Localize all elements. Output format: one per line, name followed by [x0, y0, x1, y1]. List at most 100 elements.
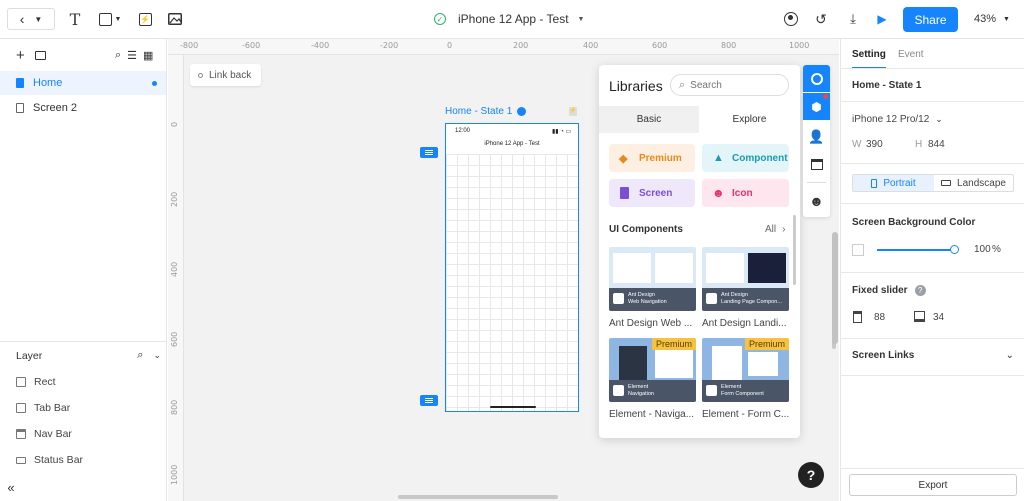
component-thumb-4[interactable]: Premium Element Form Component	[702, 338, 789, 402]
interaction-marker-icon[interactable]	[420, 147, 438, 158]
lightning-badge-icon[interactable]: ⚡	[569, 107, 577, 116]
layer-item-nav-bar[interactable]: Nav Bar	[16, 428, 72, 440]
layer-label: Tab Bar	[34, 402, 71, 414]
premium-badge: Premium	[744, 338, 789, 350]
thumb-caption: Ant Design Web ...	[609, 318, 693, 329]
divider	[841, 163, 1024, 164]
height-label: H	[915, 139, 923, 150]
width-value[interactable]: 390	[866, 139, 883, 150]
search-box[interactable]: ⌕	[670, 74, 789, 96]
zoom-level: 43%	[974, 13, 997, 25]
layout-template-icon[interactable]	[803, 151, 830, 178]
interaction-marker-icon[interactable]	[420, 395, 438, 406]
help-button[interactable]: ?	[798, 462, 824, 488]
component-thumb-1[interactable]: Ant Design Web Navigation	[609, 247, 696, 311]
component-tool-icon[interactable]: ⚡	[137, 8, 153, 30]
export-button[interactable]: Export	[849, 474, 1017, 496]
list-icon[interactable]: ☰	[127, 49, 137, 62]
tab-explore[interactable]: Explore	[699, 106, 800, 133]
layer-item-status-bar[interactable]: Status Bar	[16, 454, 83, 466]
ruler-label: -400	[311, 41, 330, 50]
category-label: Screen	[639, 187, 673, 199]
search-icon: ⌕	[679, 78, 686, 91]
grid-icon[interactable]: ▦	[143, 49, 153, 62]
search-input[interactable]	[690, 79, 781, 91]
tab-event[interactable]: Event	[898, 49, 924, 60]
device-select[interactable]: iPhone 12 Pro/12 ⌄	[852, 114, 943, 125]
ruler-label: 200	[170, 191, 179, 207]
page-item-home[interactable]: Home	[0, 71, 166, 95]
frame-label-group[interactable]: Home - State 1	[445, 106, 527, 117]
back-menu-button[interactable]: ‹ ▼	[7, 8, 55, 30]
search-icon[interactable]: ⌕	[115, 49, 121, 62]
category-icon[interactable]: ☻ Icon	[702, 179, 789, 207]
diamond-icon: ◆	[619, 152, 628, 165]
caret-down-icon: ▼	[1003, 15, 1010, 23]
user-icon[interactable]	[783, 8, 799, 30]
settings-icon[interactable]	[517, 107, 527, 116]
horizontal-scrollbar[interactable]	[398, 495, 558, 499]
chevron-down-icon[interactable]: ⌄	[153, 350, 161, 361]
shape-tool-button[interactable]: ▼	[96, 8, 124, 30]
download-icon[interactable]: ⤓	[845, 8, 861, 30]
image-tool-icon[interactable]	[167, 8, 183, 30]
category-premium[interactable]: ◆ Premium	[609, 144, 695, 172]
collapse-panel-icon[interactable]: «	[0, 473, 22, 501]
fixed-top-value[interactable]: 88	[874, 312, 885, 323]
chevron-left-icon: ‹	[19, 11, 25, 27]
phone-frame[interactable]: 12:00 ▮▮ ◔ ▭ iPhone 12 App - Test	[445, 123, 579, 412]
cube-icon[interactable]: ⬢	[803, 93, 830, 120]
ruler-label: 0	[170, 121, 179, 127]
opacity-unit: %	[992, 244, 1001, 255]
portrait-option[interactable]: Portrait	[853, 175, 934, 191]
share-button[interactable]: Share	[903, 7, 958, 32]
person-icon[interactable]: 👤	[803, 123, 830, 150]
screen-links-section[interactable]: Screen Links ⌄	[852, 350, 1014, 361]
search-icon[interactable]: ⌕	[137, 349, 143, 362]
home-indicator	[490, 406, 536, 408]
fixed-top-icon	[853, 311, 862, 323]
component-thumb-3[interactable]: Premium Element Navigation	[609, 338, 696, 402]
landscape-option[interactable]: Landscape	[934, 175, 1013, 191]
preview-play-icon[interactable]: ▶	[875, 8, 889, 30]
chevron-down-icon: ⌄	[935, 114, 943, 124]
layer-item-rect[interactable]: Rect	[16, 376, 56, 388]
ruler-label: -800	[180, 41, 199, 50]
opacity-value[interactable]: 100	[974, 244, 991, 255]
project-title: iPhone 12 App - Test	[458, 12, 569, 26]
divider	[841, 375, 1024, 376]
tab-setting[interactable]: Setting	[852, 49, 886, 69]
libraries-icon[interactable]	[803, 65, 830, 92]
thumb-caption: Ant Design Landi...	[702, 318, 787, 329]
panel-scrollbar[interactable]	[832, 232, 838, 344]
thumb-sub1: Element	[628, 384, 649, 390]
ruler-label: 1000	[789, 41, 810, 50]
height-value[interactable]: 844	[928, 139, 945, 150]
opacity-slider[interactable]	[877, 249, 957, 251]
color-swatch[interactable]	[852, 244, 864, 256]
layer-item-tab-bar[interactable]: Tab Bar	[16, 402, 70, 414]
fixed-slider-title: Fixed slider	[852, 285, 908, 296]
slider-handle[interactable]	[950, 245, 959, 254]
thumb-sub1: Ant Design	[628, 292, 655, 298]
fixed-bottom-value[interactable]: 34	[933, 312, 944, 323]
zoom-control[interactable]: 43% ▼	[974, 13, 1010, 25]
folder-icon[interactable]	[34, 51, 46, 60]
emoji-icon[interactable]: ☻	[803, 187, 830, 214]
category-screen[interactable]: Screen	[609, 179, 695, 207]
text-tool-icon[interactable]: T	[66, 8, 84, 30]
add-page-icon[interactable]: +	[16, 48, 25, 63]
link-back-button[interactable]: Link back	[190, 64, 261, 86]
project-title-group[interactable]: ✓ iPhone 12 App - Test ▼	[434, 12, 584, 26]
tab-basic[interactable]: Basic	[599, 106, 699, 133]
history-icon[interactable]: ↺	[813, 8, 829, 30]
page-item-screen-2[interactable]: Screen 2	[0, 96, 166, 120]
libraries-scrollbar[interactable]	[793, 215, 796, 285]
ruler-label: 400	[583, 41, 599, 50]
ruler-label: 800	[170, 399, 179, 415]
see-all-link[interactable]: All ›	[765, 224, 785, 235]
component-thumb-2[interactable]: Ant Design Landing Page Compon...	[702, 247, 789, 311]
category-component[interactable]: ▲ Component	[702, 144, 789, 172]
help-circle-icon[interactable]: ?	[914, 285, 926, 296]
state-name: Home - State 1	[852, 80, 922, 91]
